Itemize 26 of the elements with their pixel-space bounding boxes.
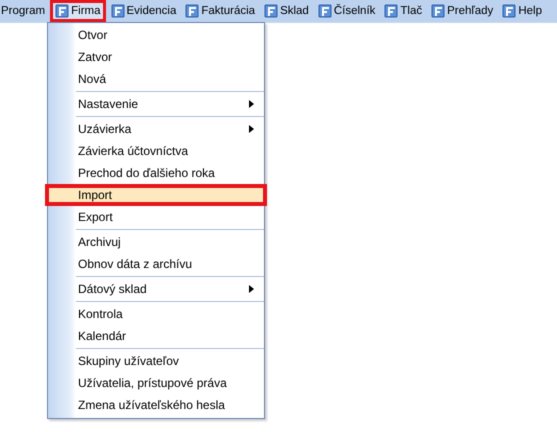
menu-item[interactable]: Nastavenie bbox=[48, 93, 264, 115]
menu-bar-item[interactable]: Sklad bbox=[260, 0, 313, 22]
menu-item[interactable]: Prechod do ďalšieho roka bbox=[48, 162, 264, 184]
menu-bar-item[interactable]: Firma bbox=[50, 0, 106, 22]
menu-bar-item[interactable]: Tlač bbox=[380, 0, 426, 22]
menu-bar-item[interactable]: Program bbox=[0, 0, 50, 22]
menu-bar-item[interactable]: Evidencia bbox=[106, 0, 180, 22]
menu-item[interactable]: Závierka účtovníctva bbox=[48, 140, 264, 162]
menu-item[interactable]: Nová bbox=[48, 68, 264, 90]
menu-item[interactable]: Zatvor bbox=[48, 46, 264, 68]
menu-item[interactable]: Dátový sklad bbox=[48, 278, 264, 300]
menu-item[interactable]: Kontrola bbox=[48, 303, 264, 325]
menu-item[interactable]: Zmena užívateľského hesla bbox=[48, 394, 264, 416]
menu-bar-item[interactable]: Číselník bbox=[314, 0, 380, 22]
menu-item[interactable]: Export bbox=[48, 206, 264, 228]
menu-item[interactable]: Otvor bbox=[48, 24, 264, 46]
menu-bar-item[interactable]: Prehľady bbox=[427, 0, 498, 22]
menu-item[interactable]: Obnov dáta z archívu bbox=[48, 253, 264, 275]
menu-item[interactable]: Užívatelia, prístupové práva bbox=[48, 372, 264, 394]
menu-item[interactable]: Archivuj bbox=[48, 231, 264, 253]
menu-bar-item[interactable]: Fakturácia bbox=[181, 0, 260, 22]
menu-item[interactable]: Import bbox=[45, 184, 267, 206]
menu-item[interactable]: Skupiny užívateľov bbox=[48, 350, 264, 372]
menu-bar-item[interactable]: Help bbox=[498, 0, 546, 22]
menu-item[interactable]: Uzávierka bbox=[48, 118, 264, 140]
menu-item[interactable]: Kalendár bbox=[48, 325, 264, 347]
